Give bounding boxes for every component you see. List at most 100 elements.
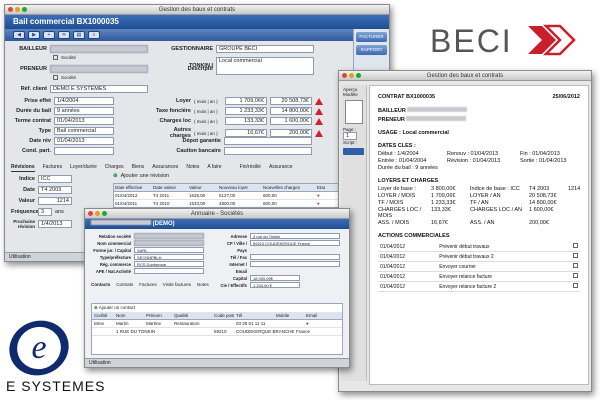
preneur-label: PRENEUR bbox=[378, 117, 405, 123]
tab-a-faire[interactable]: A faire bbox=[207, 163, 221, 172]
zoom-icon[interactable] bbox=[356, 73, 361, 78]
tab-visite-factures[interactable]: Visite factures bbox=[163, 282, 191, 287]
cond-part-field[interactable] bbox=[54, 147, 114, 155]
close-icon[interactable] bbox=[342, 73, 347, 78]
societe-checkbox[interactable] bbox=[53, 55, 58, 60]
add-contact-label[interactable]: Ajouter un contact bbox=[99, 305, 135, 310]
field-input[interactable] bbox=[134, 240, 204, 246]
field-input[interactable]: SARL bbox=[134, 247, 204, 253]
field-input[interactable]: 18 000,00€ bbox=[250, 275, 300, 281]
delete-icon[interactable]: ● bbox=[316, 192, 336, 199]
zoom-icon[interactable] bbox=[102, 211, 107, 216]
tab-assurances[interactable]: Assurances bbox=[152, 163, 178, 172]
doc-date: 25/06/2012 bbox=[552, 94, 580, 100]
date-rev-field[interactable]: 01/04/2013 bbox=[54, 137, 114, 145]
autres-year-field[interactable]: 200,00€ bbox=[270, 129, 312, 137]
checkbox[interactable] bbox=[573, 283, 578, 288]
tab-biens[interactable]: Biens bbox=[132, 163, 145, 172]
close-icon[interactable] bbox=[8, 7, 13, 12]
cell: TF / MOIS bbox=[378, 200, 404, 206]
taxe-month-field[interactable]: 1 233,33€ bbox=[225, 107, 267, 115]
rapport-button[interactable]: RAPPORT bbox=[356, 45, 387, 55]
cell: T4 2011 bbox=[153, 193, 170, 198]
date-field[interactable]: T4 2003 bbox=[38, 186, 72, 194]
field-input[interactable] bbox=[134, 268, 204, 274]
close-icon[interactable] bbox=[88, 211, 93, 216]
checkbox[interactable] bbox=[573, 273, 578, 278]
tab-contrats[interactable]: Contrats bbox=[116, 282, 133, 287]
field-input[interactable] bbox=[250, 261, 340, 267]
gestionnaire-field[interactable]: GROUPE BECI bbox=[216, 45, 314, 53]
field-input[interactable]: SECNNPBLH bbox=[134, 254, 204, 260]
type-select[interactable]: Bail commercial bbox=[54, 127, 114, 135]
charges-year-field[interactable]: 1 600,00€ bbox=[270, 117, 312, 125]
loyer-year-field[interactable]: 20 508,73€ bbox=[270, 97, 312, 105]
prise-effet-field[interactable]: 1/4/2004 bbox=[54, 97, 114, 105]
add-icon[interactable]: ⊕ bbox=[113, 173, 118, 179]
ref-client-field[interactable]: DEMO E SYSTEMES bbox=[50, 85, 148, 93]
add-contact[interactable]: ⊕ Ajouter un contact bbox=[92, 304, 342, 312]
add-icon[interactable]: ⊕ bbox=[94, 305, 98, 310]
bailleur-field[interactable]: xxxxxxxxxxx bbox=[50, 45, 148, 53]
terme-field[interactable]: 01/04/2013 bbox=[54, 117, 114, 125]
back-icon[interactable]: ◀ bbox=[13, 31, 25, 39]
caution-field[interactable] bbox=[224, 147, 312, 155]
valeur-field[interactable]: 1214 bbox=[38, 197, 72, 205]
depot-field[interactable] bbox=[224, 137, 312, 145]
loyer-month-field[interactable]: 1 709,06€ bbox=[225, 97, 267, 105]
tab-loyer-duree[interactable]: Loyer/durée bbox=[70, 163, 97, 172]
page-field[interactable]: 1 bbox=[343, 132, 357, 140]
charges-month-field[interactable]: 133,33€ bbox=[225, 117, 267, 125]
field-input[interactable]: 1 234,00 € bbox=[250, 282, 300, 288]
checkbox[interactable] bbox=[573, 263, 578, 268]
duree-field[interactable]: 9 années bbox=[54, 107, 114, 115]
delete-icon[interactable]: ● bbox=[316, 200, 336, 207]
tab-notes[interactable]: Notes bbox=[186, 163, 199, 172]
facturer-button[interactable]: FACTURER bbox=[356, 32, 387, 42]
field-row: Tél / Fax bbox=[217, 254, 340, 261]
table-row[interactable]: 01/04/2011 T4 2010 1533,00 4800,00 600,0… bbox=[114, 200, 344, 207]
sidebar-button[interactable] bbox=[343, 148, 364, 155]
societe-label: Société bbox=[61, 75, 77, 80]
checkbox[interactable] bbox=[573, 243, 578, 248]
tab-contacts[interactable]: Contacts bbox=[91, 282, 110, 287]
field-input[interactable]: 3 rue du Tonkin bbox=[250, 233, 340, 239]
tab-revisions[interactable]: Révisions bbox=[11, 163, 35, 172]
new-record-icon[interactable]: + bbox=[43, 31, 55, 39]
field-input[interactable]: 59210 COUDEKERQUE France bbox=[250, 240, 340, 246]
descriptif-field[interactable]: Local commercial bbox=[216, 57, 314, 75]
print-icon[interactable]: ▤ bbox=[73, 31, 85, 39]
table-row[interactable]: 01/04/2012 T4 2011 1628,00 5127,00 600,0… bbox=[114, 192, 344, 200]
tab-factures[interactable]: Factures bbox=[139, 282, 157, 287]
field-input[interactable]: RCS Dunkerque bbox=[134, 261, 204, 267]
field-input[interactable] bbox=[250, 254, 340, 260]
taxe-year-field[interactable]: 14 800,00€ bbox=[270, 107, 312, 115]
autres-month-field[interactable]: 16,67€ bbox=[225, 129, 267, 137]
tab-charges[interactable]: Charges bbox=[105, 163, 124, 172]
preneur-field[interactable]: xxxxxxxxxxx bbox=[50, 65, 148, 73]
add-revision-label[interactable]: Ajouter une révision bbox=[121, 173, 170, 179]
forward-icon[interactable]: ▶ bbox=[28, 31, 40, 39]
taxe-unit: ( mois | an ) bbox=[194, 108, 218, 114]
gestionnaire-label: GESTIONNAIRE bbox=[171, 46, 213, 52]
minimize-icon[interactable] bbox=[15, 7, 20, 12]
field-input[interactable] bbox=[134, 233, 204, 239]
zoom-icon[interactable] bbox=[22, 7, 27, 12]
table-row[interactable]: Mme Martin Martine Restauration 03 28 61… bbox=[92, 320, 342, 328]
minimize-icon[interactable] bbox=[349, 73, 354, 78]
tab-notes[interactable]: Notes bbox=[197, 282, 209, 287]
societe-checkbox[interactable] bbox=[53, 75, 58, 80]
frequence-field[interactable]: 3 bbox=[38, 208, 52, 216]
delete-record-icon[interactable]: ✕ bbox=[58, 31, 70, 39]
prochaine-field[interactable]: 1/4/2013 bbox=[38, 220, 72, 228]
table-row[interactable]: 1 RUE DU TONKIN 59210 COUDEKERQUE BRANCH… bbox=[92, 328, 342, 336]
search-icon[interactable]: ⌕ bbox=[88, 31, 100, 39]
minimize-icon[interactable] bbox=[95, 211, 100, 216]
page-thumbnail[interactable] bbox=[344, 100, 363, 124]
add-revision[interactable]: ⊕ Ajouter une révision bbox=[113, 173, 169, 179]
tab-factures[interactable]: Factures bbox=[43, 163, 62, 172]
checkbox[interactable] bbox=[573, 253, 578, 258]
col-nouvelles-charges: Nouvelles charges bbox=[263, 185, 301, 190]
delete-icon[interactable]: ● bbox=[304, 320, 334, 327]
indice-field[interactable]: ICC bbox=[38, 175, 72, 183]
